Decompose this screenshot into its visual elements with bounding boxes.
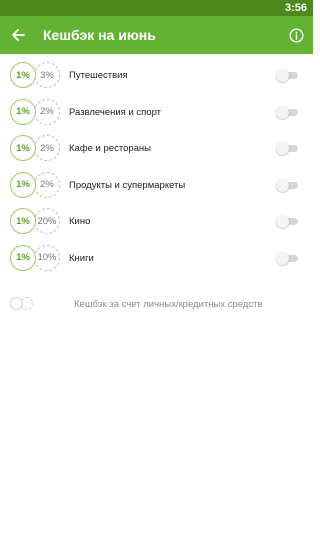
category-toggle[interactable]	[276, 251, 298, 265]
category-toggle[interactable]	[276, 69, 298, 82]
legend-circle-solid	[10, 297, 23, 310]
status-time: 3:56	[284, 2, 307, 14]
category-row-books: 1% 10% Книги	[0, 241, 313, 278]
category-percent-badge: 2%	[34, 98, 60, 125]
info-icon	[288, 27, 304, 43]
category-toggle[interactable]	[276, 142, 298, 155]
app-bar: Кешбэк на июнь	[0, 16, 313, 54]
category-row-groceries: 1% 2% Продукты и супермаркеты	[0, 168, 313, 205]
category-toggle[interactable]	[276, 105, 298, 119]
category-percent-badge: 10%	[34, 244, 60, 271]
category-toggle[interactable]	[276, 215, 298, 228]
base-percent-badge: 1%	[10, 208, 36, 234]
cashback-category-list: 1% 3% Путешествия 1% 2% Развлечения и сп…	[0, 58, 313, 277]
category-label: Кино	[69, 216, 91, 227]
category-percent-badge: 20%	[34, 208, 60, 234]
category-row-entertainment: 1% 2% Развлечения и спорт	[0, 95, 313, 132]
arrow-left-icon	[12, 29, 25, 41]
back-button[interactable]	[6, 23, 30, 47]
category-row-cinema: 1% 20% Кино	[0, 204, 313, 241]
base-percent-badge: 1%	[10, 244, 36, 271]
base-percent-badge: 1%	[10, 98, 36, 125]
category-percent-badge: 2%	[34, 171, 60, 198]
category-toggle[interactable]	[276, 178, 298, 192]
funding-source-note: Кешбэк за счет личных/кредитных средств	[74, 299, 263, 310]
base-percent-badge: 1%	[10, 135, 36, 161]
category-row-travel: 1% 3% Путешествия	[0, 58, 313, 95]
info-button[interactable]	[286, 25, 306, 45]
base-percent-badge: 1%	[10, 171, 36, 198]
category-label: Книги	[69, 252, 94, 264]
category-label: Продукты и супермаркеты	[69, 179, 186, 191]
funding-source-legend: Кешбэк за счет личных/кредитных средств	[0, 295, 313, 315]
status-bar: 3:56	[0, 0, 313, 16]
base-percent-badge: 1%	[10, 62, 36, 88]
category-percent-badge: 3%	[34, 62, 60, 88]
category-label: Развлечения и спорт	[69, 106, 162, 118]
category-row-cafes: 1% 2% Кафе и рестораны	[0, 131, 313, 168]
category-label: Кафе и рестораны	[69, 143, 151, 154]
category-percent-badge: 2%	[34, 135, 60, 161]
page-title: Кешбэк на июнь	[43, 27, 156, 43]
category-label: Путешествия	[69, 70, 128, 81]
